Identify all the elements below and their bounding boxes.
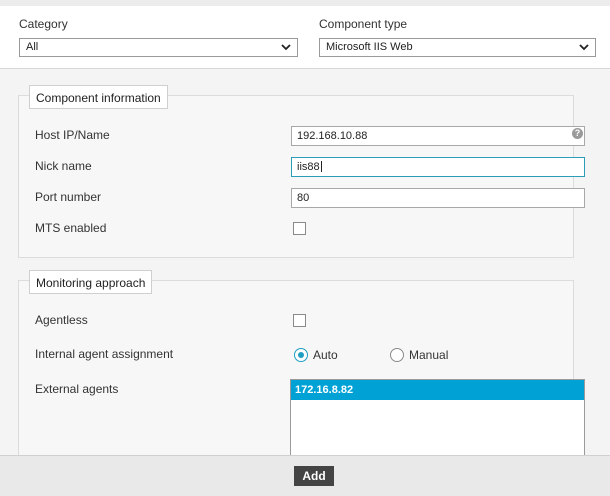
chevron-down-icon [579,44,589,51]
port-number-label: Port number [35,190,102,204]
mts-enabled-checkbox[interactable] [293,222,306,235]
nick-name-label: Nick name [35,159,92,173]
category-label: Category [19,17,68,31]
component-type-select-value: Microsoft IIS Web [326,41,413,53]
auto-radio-label[interactable]: Auto [313,348,338,362]
mts-enabled-label: MTS enabled [35,221,107,235]
agentless-checkbox[interactable] [293,314,306,327]
text-caret [320,161,322,172]
monitoring-approach-panel: Monitoring approach Agentless Internal a… [18,270,585,455]
agentless-label: Agentless [35,313,88,327]
port-number-input-value: 80 [297,192,310,204]
manual-radio[interactable] [390,348,404,362]
component-information-legend: Component information [29,85,168,109]
form-scroll-area[interactable]: Component information Host IP/Name 192.1… [0,69,610,455]
external-agents-label: External agents [35,382,119,396]
top-edge [0,0,610,6]
category-select-value: All [26,41,39,53]
nick-name-input-value: iis88 [297,161,320,173]
category-select[interactable]: All [19,38,298,57]
component-information-panel: Component information Host IP/Name 192.1… [18,85,585,258]
nick-name-input[interactable]: iis88 [291,157,585,177]
manual-radio-label[interactable]: Manual [409,348,448,362]
internal-agent-assignment-label: Internal agent assignment [35,347,174,361]
auto-radio[interactable] [294,348,308,362]
monitoring-approach-legend: Monitoring approach [29,270,153,294]
host-input[interactable]: 192.168.10.88 [291,126,585,146]
component-type-select[interactable]: Microsoft IIS Web [319,38,596,57]
action-footer: Add [0,455,610,496]
component-type-label: Component type [319,17,408,31]
chevron-down-icon [281,44,291,51]
port-number-input[interactable]: 80 [291,188,585,208]
external-agents-listbox[interactable]: 172.16.8.82 [290,379,585,455]
host-input-value: 192.168.10.88 [297,130,368,142]
filter-bar: Category All Component type Microsoft II… [0,0,610,69]
help-icon[interactable]: ? [572,128,583,139]
list-item[interactable]: 172.16.8.82 [291,380,584,400]
host-label: Host IP/Name [35,128,110,142]
add-button[interactable]: Add [294,466,334,486]
